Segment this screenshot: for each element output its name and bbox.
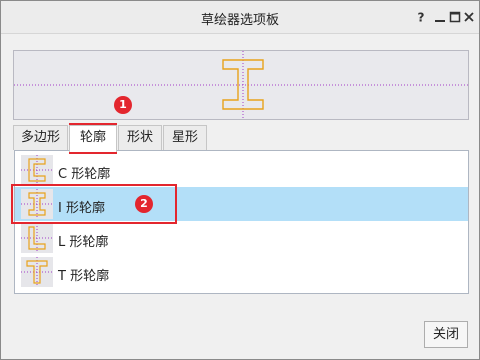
list-item-label: C 形轮廓 <box>58 167 111 182</box>
list-item-label: T 形轮廓 <box>58 269 110 284</box>
sketcher-palette-dialog: 草绘器选项板 ? 多边形 轮廓 形状 星形 C 形轮廓 I 形轮廓 L 形轮廓 … <box>0 0 480 360</box>
l-profile-icon <box>21 223 53 253</box>
callout-badge-1: 1 <box>114 96 132 114</box>
list-item-c-profile[interactable]: C 形轮廓 <box>15 153 468 187</box>
close-icon <box>464 12 474 22</box>
i-profile-preview <box>14 51 468 119</box>
callout-badge-2: 2 <box>135 195 153 213</box>
tab-profile[interactable]: 轮廓 <box>69 125 117 152</box>
close-window-button[interactable] <box>461 9 477 25</box>
t-profile-icon <box>21 257 53 287</box>
window-title: 草绘器选项板 <box>200 13 279 28</box>
list-item-l-profile[interactable]: L 形轮廓 <box>15 221 468 255</box>
tab-star[interactable]: 星形 <box>163 125 207 150</box>
tab-polygon[interactable]: 多边形 <box>13 125 68 150</box>
list-item-t-profile[interactable]: T 形轮廓 <box>15 255 468 289</box>
svg-text:?: ? <box>418 11 425 25</box>
close-button[interactable]: 关闭 <box>424 321 468 348</box>
minimize-icon <box>435 20 445 22</box>
help-icon: ? <box>418 11 425 25</box>
c-profile-icon <box>21 155 53 185</box>
title-bar: 草绘器选项板 ? <box>1 1 479 34</box>
list-item-label: L 形轮廓 <box>58 235 109 250</box>
tab-shape[interactable]: 形状 <box>118 125 162 150</box>
sketch-preview <box>13 50 469 120</box>
minimize-button[interactable] <box>432 9 448 25</box>
help-button[interactable]: ? <box>413 9 429 25</box>
